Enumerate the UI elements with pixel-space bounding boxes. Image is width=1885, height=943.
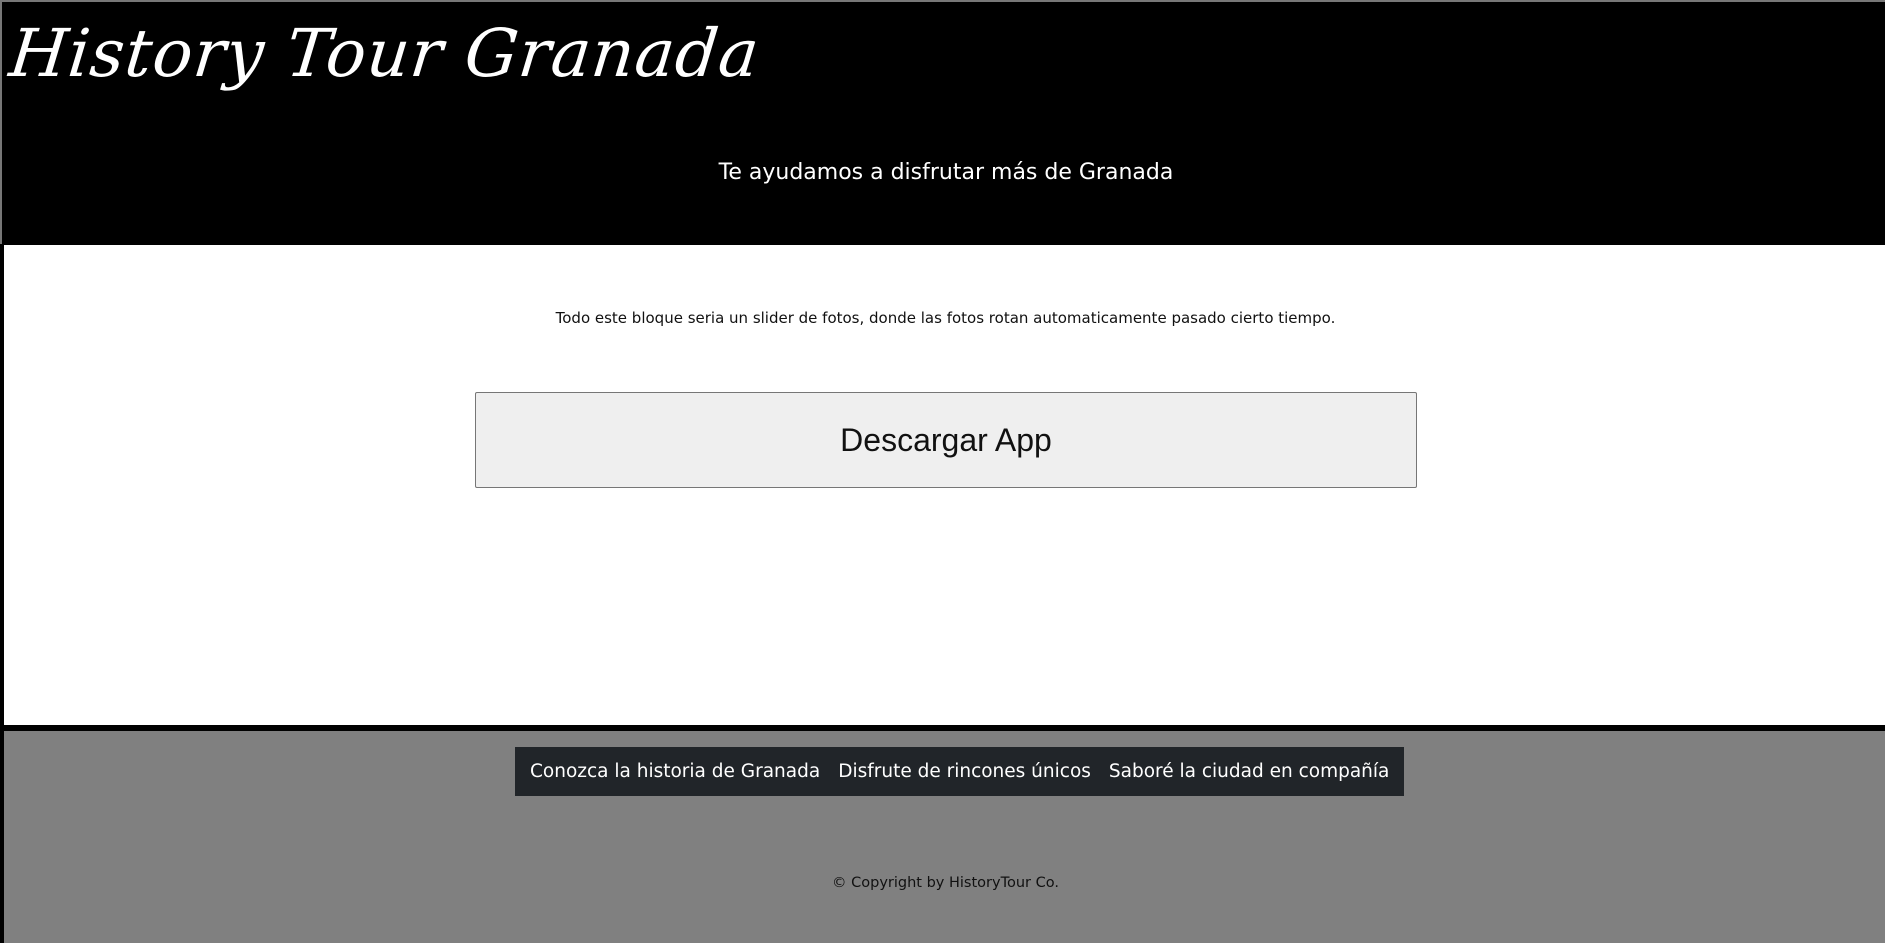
- footer-link-history[interactable]: Conozca la historia de Granada: [521, 761, 829, 782]
- site-footer: Conozca la historia de Granada Disfrute …: [4, 731, 1885, 943]
- footer-link-unique-spots[interactable]: Disfrute de rincones únicos: [829, 761, 1100, 782]
- footer-link-taste-city[interactable]: Saboré la ciudad en compañía: [1100, 761, 1398, 782]
- site-header: History Tour Granada Te ayudamos a disfr…: [0, 0, 1885, 244]
- site-logo[interactable]: History Tour Granada: [6, 14, 764, 93]
- photo-slider-section: Todo este bloque seria un slider de foto…: [4, 245, 1885, 725]
- page: History Tour Granada Te ayudamos a disfr…: [0, 0, 1885, 943]
- slider-placeholder-text: Todo este bloque seria un slider de foto…: [555, 309, 1336, 327]
- download-app-button[interactable]: Descargar App: [475, 392, 1417, 488]
- site-tagline: Te ayudamos a disfrutar más de Granada: [718, 160, 1174, 185]
- copyright-text: © Copyright by HistoryTour Co.: [832, 875, 1059, 891]
- footer-nav: Conozca la historia de Granada Disfrute …: [515, 747, 1405, 796]
